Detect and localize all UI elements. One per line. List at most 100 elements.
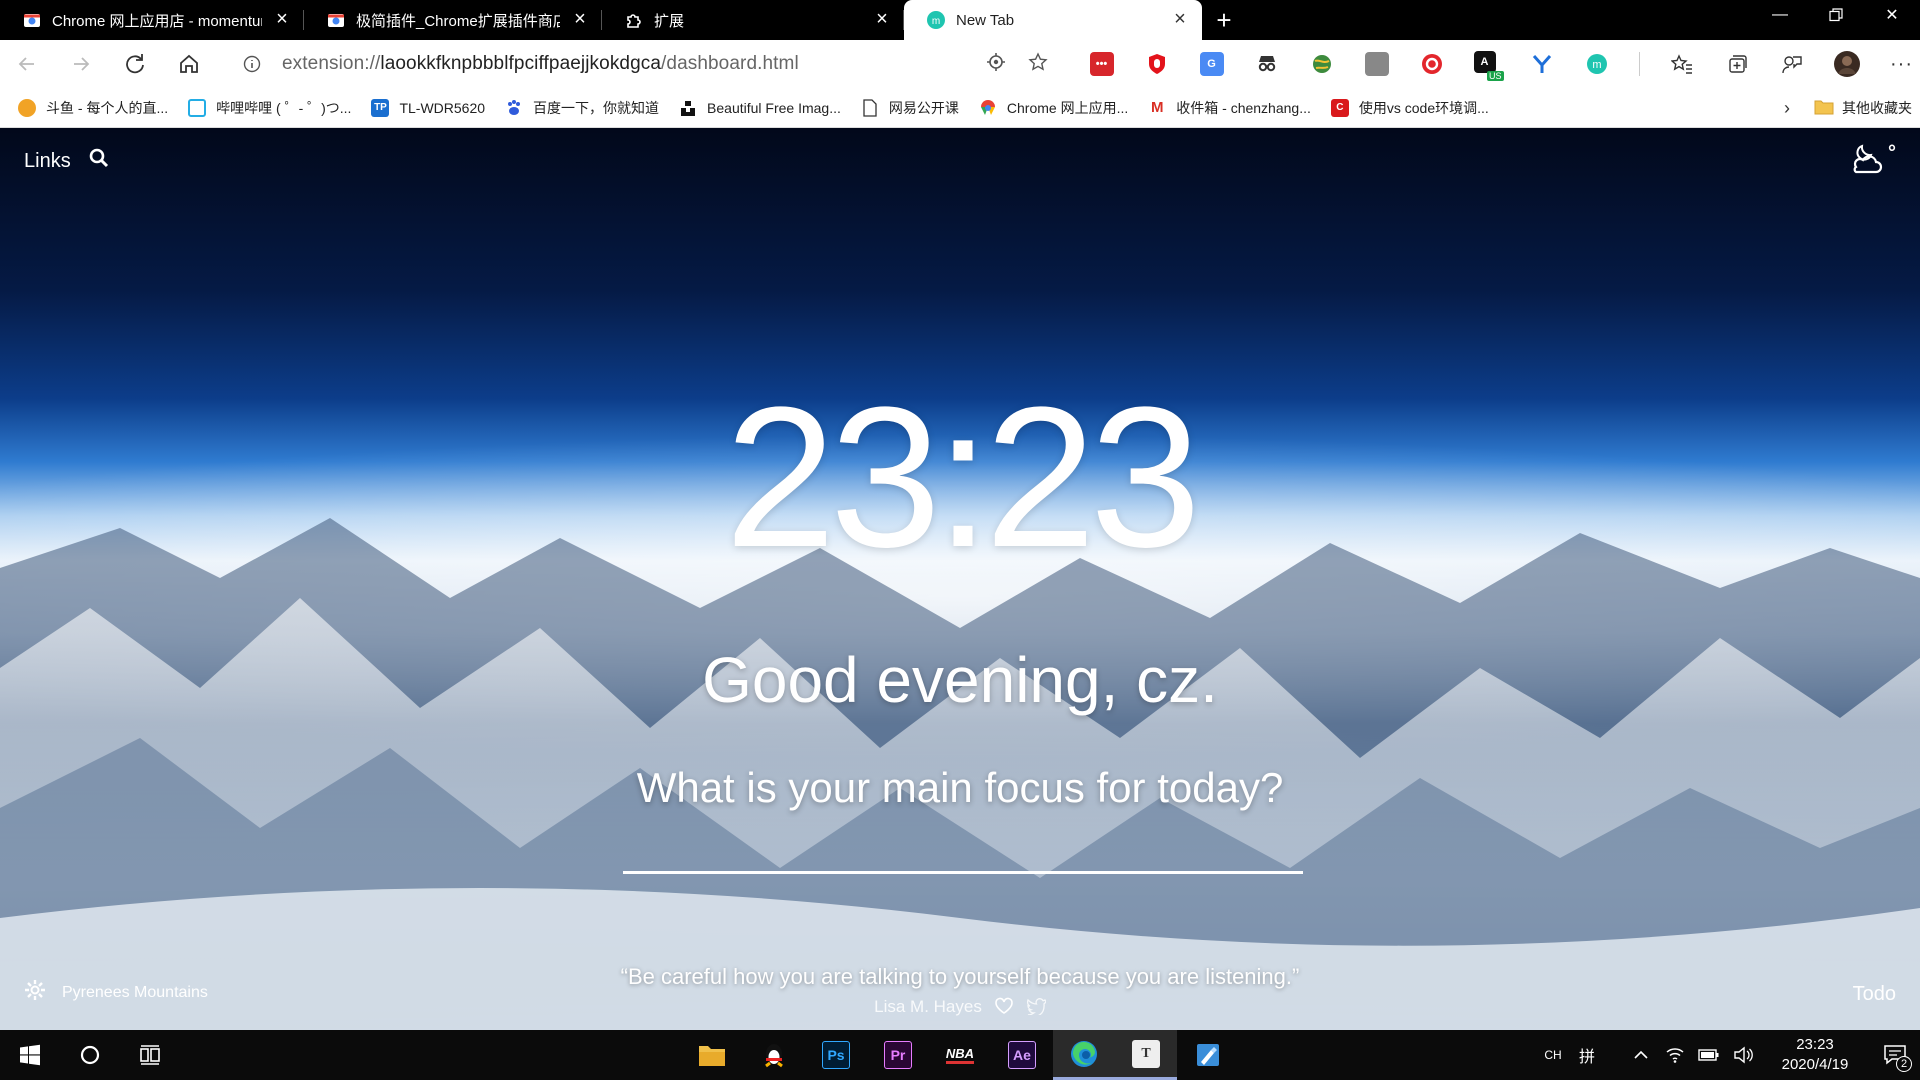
location-target-icon[interactable] [986,52,1006,77]
forward-button[interactable] [54,40,108,88]
ext-globe-icon[interactable] [1294,40,1349,88]
cortana-search-icon[interactable] [60,1030,120,1080]
ime-indicator[interactable]: 拼 [1570,1030,1604,1080]
volume-icon[interactable] [1726,1030,1760,1080]
focus-input[interactable] [623,828,1303,874]
toolbar-separator [1624,40,1654,88]
url-text[interactable]: extension://laookkfknpbbblfpciffpaejjkok… [282,53,799,75]
other-bookmarks-folder[interactable]: 其他收藏夹 [1814,88,1912,128]
bookmark-chrome-webstore[interactable]: Chrome 网上应用... [969,88,1138,128]
quote-text[interactable]: “Be careful how you are talking to yours… [0,964,1920,990]
extensions-bar: ••• G A US m ··· [1074,40,1920,88]
profile-avatar[interactable] [1819,40,1874,88]
back-button[interactable] [0,40,54,88]
tab-title: Chrome 网上应用店 - momentum [52,12,262,30]
bookmark-bilibili[interactable]: 哔哩哔哩 ( ゜- ゜)つ... [178,88,361,128]
more-menu-icon[interactable]: ··· [1874,40,1920,88]
momentum-dashboard: Links ° 23:23 Good evening, cz. What is … [0,128,1920,1030]
notification-count-badge: 2 [1896,1056,1912,1072]
close-tab-icon[interactable]: × [272,9,292,30]
collections-icon[interactable] [1709,40,1764,88]
chrome-webstore-icon [22,10,42,30]
info-icon[interactable] [234,55,270,73]
close-window-icon[interactable]: ✕ [1864,0,1920,30]
ext-red-dots-icon[interactable]: ••• [1074,40,1129,88]
ext-vpn-us-icon[interactable]: A US [1459,40,1514,88]
home-icon [180,54,198,73]
taskbar-paint[interactable] [1177,1030,1239,1080]
bookmark-star-icon[interactable] [1028,51,1048,77]
greeting: Good evening, cz. [702,644,1218,716]
address-bar[interactable]: extension://laookkfknpbbblfpciffpaejjkok… [234,44,1058,84]
ext-translate-icon[interactable]: G [1184,40,1239,88]
bookmark-tplink[interactable]: TP TL-WDR5620 [361,88,495,128]
tab-new-tab[interactable]: m New Tab × [904,0,1202,40]
ext-momentum-icon[interactable]: m [1569,40,1624,88]
favorites-icon[interactable] [1654,40,1709,88]
ext-ublock-icon[interactable] [1129,40,1184,88]
document-icon [861,98,879,117]
bookmarks-bar: 斗鱼 - 每个人的直... 哔哩哔哩 ( ゜- ゜)つ... TP TL-WDR… [0,88,1920,128]
chevron-right-icon[interactable]: › [1784,88,1790,128]
bookmark-unsplash[interactable]: Beautiful Free Imag... [669,88,851,128]
weather-widget[interactable]: ° [1848,142,1896,181]
baidu-paw-icon [505,99,523,117]
action-center-icon[interactable]: 2 [1870,1030,1920,1080]
chrome-webstore-icon [326,10,346,30]
battery-icon[interactable] [1692,1030,1726,1080]
taskbar-typora[interactable]: T [1115,1030,1177,1080]
windows-start-icon[interactable] [0,1030,60,1080]
search-icon[interactable] [89,148,109,174]
bookmark-label: 百度一下，你就知道 [533,99,660,116]
language-indicator[interactable]: CH [1536,1030,1570,1080]
bookmark-label: 斗鱼 - 每个人的直... [46,99,169,116]
bookmark-163-open-course[interactable]: 网易公开课 [851,88,969,128]
feedback-icon[interactable] [1764,40,1819,88]
taskbar-photoshop[interactable]: Ps [805,1030,867,1080]
system-clock[interactable]: 23:23 2020/4/19 [1760,1035,1870,1075]
bookmark-gmail[interactable]: M 收件箱 - chenzhang... [1138,88,1321,128]
ext-red-circle-icon[interactable] [1404,40,1459,88]
other-bookmarks-label: 其他收藏夹 [1842,100,1912,116]
bookmark-baidu[interactable]: 百度一下，你就知道 [495,88,669,128]
taskbar-nba2k19[interactable]: NBA [929,1030,991,1080]
system-time: 23:23 [1796,1036,1834,1053]
taskbar-edge[interactable] [1053,1030,1115,1080]
todo-button[interactable]: Todo [1853,983,1896,1006]
after-effects-icon: Ae [1008,1041,1036,1069]
tab-chrome-webstore[interactable]: Chrome 网上应用店 - momentum × [0,0,304,40]
bookmark-csdn[interactable]: C 使用vs code环境调... [1321,88,1499,128]
close-tab-icon[interactable]: × [570,9,590,30]
tab-extensions[interactable]: 扩展 × [602,0,904,40]
task-view-icon[interactable] [120,1030,180,1080]
links-button[interactable]: Links [24,150,71,173]
home-button[interactable] [162,40,216,88]
arrow-right-icon [74,57,90,71]
bookmark-douyu[interactable]: 斗鱼 - 每个人的直... [8,88,178,128]
bookmark-label: Chrome 网上应用... [1006,99,1129,116]
restore-icon[interactable] [1808,0,1864,30]
taskbar-qq[interactable] [743,1030,805,1080]
edge-icon [1071,1040,1097,1067]
ext-incognito-icon[interactable] [1239,40,1294,88]
top-left-controls: Links [24,148,109,174]
close-tab-icon[interactable]: × [872,9,892,30]
twitter-icon[interactable] [1026,997,1047,1020]
minimize-icon[interactable]: — [1752,0,1808,30]
taskbar-file-explorer[interactable] [681,1030,743,1080]
heart-icon[interactable] [994,997,1014,1020]
photoshop-icon: Ps [822,1041,850,1069]
taskbar-after-effects[interactable]: Ae [991,1030,1053,1080]
partly-cloudy-night-icon [1848,142,1884,181]
refresh-button[interactable] [108,40,162,88]
ext-grey-box-icon[interactable] [1349,40,1404,88]
taskbar-premiere[interactable]: Pr [867,1030,929,1080]
chevron-up-icon[interactable] [1624,1030,1658,1080]
tab-jijian-plugins[interactable]: 极简插件_Chrome扩展插件商店_ × [304,0,602,40]
close-tab-icon[interactable]: × [1170,9,1190,30]
wifi-icon[interactable] [1658,1030,1692,1080]
windows-taskbar: Ps Pr NBA Ae T CH 拼 23:23 2020/4/19 2 [0,1030,1920,1080]
ext-blue-y-icon[interactable] [1514,40,1569,88]
new-tab-button[interactable]: + [1202,0,1246,40]
momentum-icon: m [926,10,946,30]
